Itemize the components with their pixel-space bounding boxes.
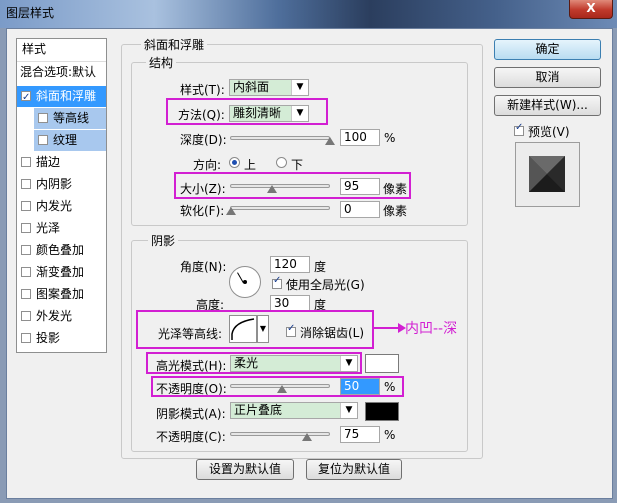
checkbox-contour[interactable] [38,113,48,123]
soften-label: 软化(F): [180,204,225,218]
soften-unit: 像素 [383,204,408,218]
style-item-texture[interactable]: 纹理 [34,130,106,151]
cancel-button[interactable]: 取消 [494,67,601,88]
direction-label: 方向: [193,158,222,172]
checkbox-inner-shadow[interactable] [21,179,31,189]
direction-up-label: 上 [244,158,257,172]
chevron-down-icon: ▼ [340,403,357,418]
style-item-color-overlay[interactable]: 颜色叠加 [17,240,106,261]
shading-title: 阴影 [148,232,179,249]
shadow-opacity-slider-thumb[interactable] [302,433,312,441]
depth-label: 深度(D): [180,133,227,147]
shadow-mode-label: 阴影模式(A): [156,407,226,421]
shadow-opacity-unit: % [384,428,396,442]
close-button[interactable]: X [569,0,613,19]
depth-slider-thumb[interactable] [325,137,335,145]
style-item-inner-shadow[interactable]: 内阴影 [17,174,106,195]
blend-options-item[interactable]: 混合选项:默认 [17,61,106,83]
new-style-button[interactable]: 新建样式(W)... [494,95,601,116]
bevel-preview-icon [529,156,565,192]
checkbox-drop-shadow[interactable] [21,333,31,343]
shadow-opacity-slider[interactable] [230,432,330,436]
checkbox-texture[interactable] [38,135,48,145]
annotation-box-size [174,172,411,199]
annotation-box-highlight-mode [146,352,362,374]
shadow-color-swatch[interactable] [365,402,399,421]
checkbox-pattern-overlay[interactable] [21,289,31,299]
annotation-arrow-line [374,327,400,329]
chevron-down-icon: ▼ [291,80,308,95]
soften-slider-thumb[interactable] [226,207,236,215]
styles-list: 样式 混合选项:默认 斜面和浮雕 等高线 纹理 描边 内阴影 内发光 光泽 颜色… [16,38,107,353]
style-item-stroke[interactable]: 描边 [17,152,106,173]
checkbox-inner-glow[interactable] [21,201,31,211]
checkbox-gradient-overlay[interactable] [21,267,31,277]
ok-button[interactable]: 确定 [494,39,601,60]
style-item-drop-shadow[interactable]: 投影 [17,328,106,349]
checkbox-stroke[interactable] [21,157,31,167]
direction-down-label: 下 [291,158,304,172]
checkbox-color-overlay[interactable] [21,245,31,255]
shadow-mode-combo[interactable]: 正片叠底 ▼ [230,402,358,419]
global-light-checkbox[interactable] [272,275,282,289]
depth-unit: % [384,131,396,145]
depth-input[interactable]: 100 [340,129,380,146]
reset-default-button[interactable]: 复位为默认值 [306,459,402,480]
style-item-pattern-overlay[interactable]: 图案叠加 [17,284,106,305]
checkbox-satin[interactable] [21,223,31,233]
direction-down-radio[interactable] [276,157,287,168]
make-default-button[interactable]: 设置为默认值 [196,459,294,480]
style-item-bevel[interactable]: 斜面和浮雕 [17,86,106,108]
title-bar: 图层样式 [0,0,617,28]
style-preview-thumbnail [515,142,580,207]
highlight-color-swatch[interactable] [365,354,399,373]
soften-input[interactable]: 0 [340,201,380,218]
annotation-box-contour [136,310,374,349]
annotation-box-highlight-opacity [151,376,404,397]
style-item-satin[interactable]: 光泽 [17,218,106,239]
structure-title: 结构 [146,54,177,71]
style-item-outer-glow[interactable]: 外发光 [17,306,106,327]
preview-checkbox[interactable] [514,122,524,136]
checkbox-bevel[interactable] [21,87,31,108]
angle-dial[interactable] [229,266,261,298]
depth-slider[interactable] [230,136,330,140]
angle-dial-center [243,280,247,284]
window-title: 图层样式 [6,6,55,20]
style-combo[interactable]: 内斜面 ▼ [229,79,309,96]
angle-input[interactable]: 120 [270,256,310,273]
style-item-inner-glow[interactable]: 内发光 [17,196,106,217]
global-light-label: 使用全局光(G) [286,278,365,292]
bevel-section-title: 斜面和浮雕 [141,36,208,53]
style-label: 样式(T): [180,83,225,97]
style-item-contour[interactable]: 等高线 [34,108,106,129]
annotation-text: 内凹--深 [405,321,458,337]
checkbox-outer-glow[interactable] [21,311,31,321]
direction-up-radio[interactable] [229,157,240,168]
annotation-box-technique [166,98,328,125]
styles-list-header: 样式 [22,42,47,56]
style-item-gradient-overlay[interactable]: 渐变叠加 [17,262,106,283]
angle-unit: 度 [314,260,327,274]
shadow-opacity-label: 不透明度(C): [156,430,226,444]
preview-label: 预览(V) [528,125,570,139]
shadow-opacity-input[interactable]: 75 [340,426,380,443]
angle-label: 角度(N): [180,260,227,274]
soften-slider[interactable] [230,206,330,210]
